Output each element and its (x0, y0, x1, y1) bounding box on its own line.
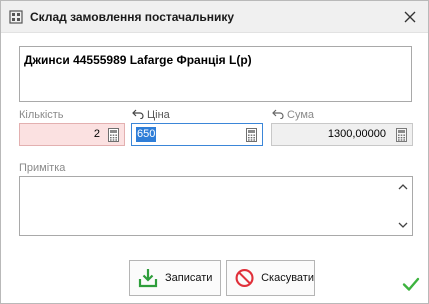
sum-label-wrap: Сума (272, 109, 314, 121)
title-bar: Склад замовлення постачальнику (1, 1, 428, 33)
revert-arrow-icon[interactable] (272, 109, 284, 119)
calculator-icon[interactable] (396, 128, 407, 142)
close-icon (404, 11, 416, 23)
revert-arrow-icon[interactable] (132, 109, 144, 119)
dialog-window: Склад замовлення постачальнику Джинси 44… (0, 0, 429, 304)
note-textarea[interactable] (19, 176, 413, 236)
checkmark-icon[interactable] (402, 276, 420, 292)
quantity-label: Кількість (19, 109, 64, 121)
price-label: Ціна (147, 109, 170, 121)
note-label: Примітка (19, 162, 66, 174)
price-label-wrap: Ціна (132, 109, 170, 121)
scroll-down-icon[interactable] (398, 221, 408, 229)
quantity-value: 2 (93, 128, 100, 140)
sum-label: Сума (287, 109, 315, 121)
sum-input[interactable]: 1300,00000 (271, 123, 413, 146)
warehouse-icon (9, 10, 23, 24)
product-name-field[interactable]: Джинси 44555989 Lafarge Франція L(р) (19, 46, 412, 102)
no-entry-icon (235, 268, 254, 288)
quantity-input[interactable]: 2 (19, 123, 125, 146)
calculator-icon[interactable] (108, 128, 119, 142)
save-label: Записати (165, 272, 213, 284)
window-title: Склад замовлення постачальнику (30, 10, 235, 24)
download-tray-icon (138, 269, 158, 288)
price-input[interactable]: 650 (131, 123, 263, 146)
close-button[interactable] (400, 7, 420, 27)
cancel-button[interactable]: Скасувати (226, 260, 315, 296)
sum-value: 1300,00000 (327, 128, 386, 140)
calculator-icon[interactable] (246, 128, 257, 142)
price-value: 650 (136, 127, 157, 142)
product-name-text: Джинси 44555989 Lafarge Франція L(р) (24, 53, 252, 67)
cancel-label: Скасувати (261, 272, 314, 284)
scroll-up-icon[interactable] (398, 183, 408, 191)
save-button[interactable]: Записати (129, 260, 221, 296)
